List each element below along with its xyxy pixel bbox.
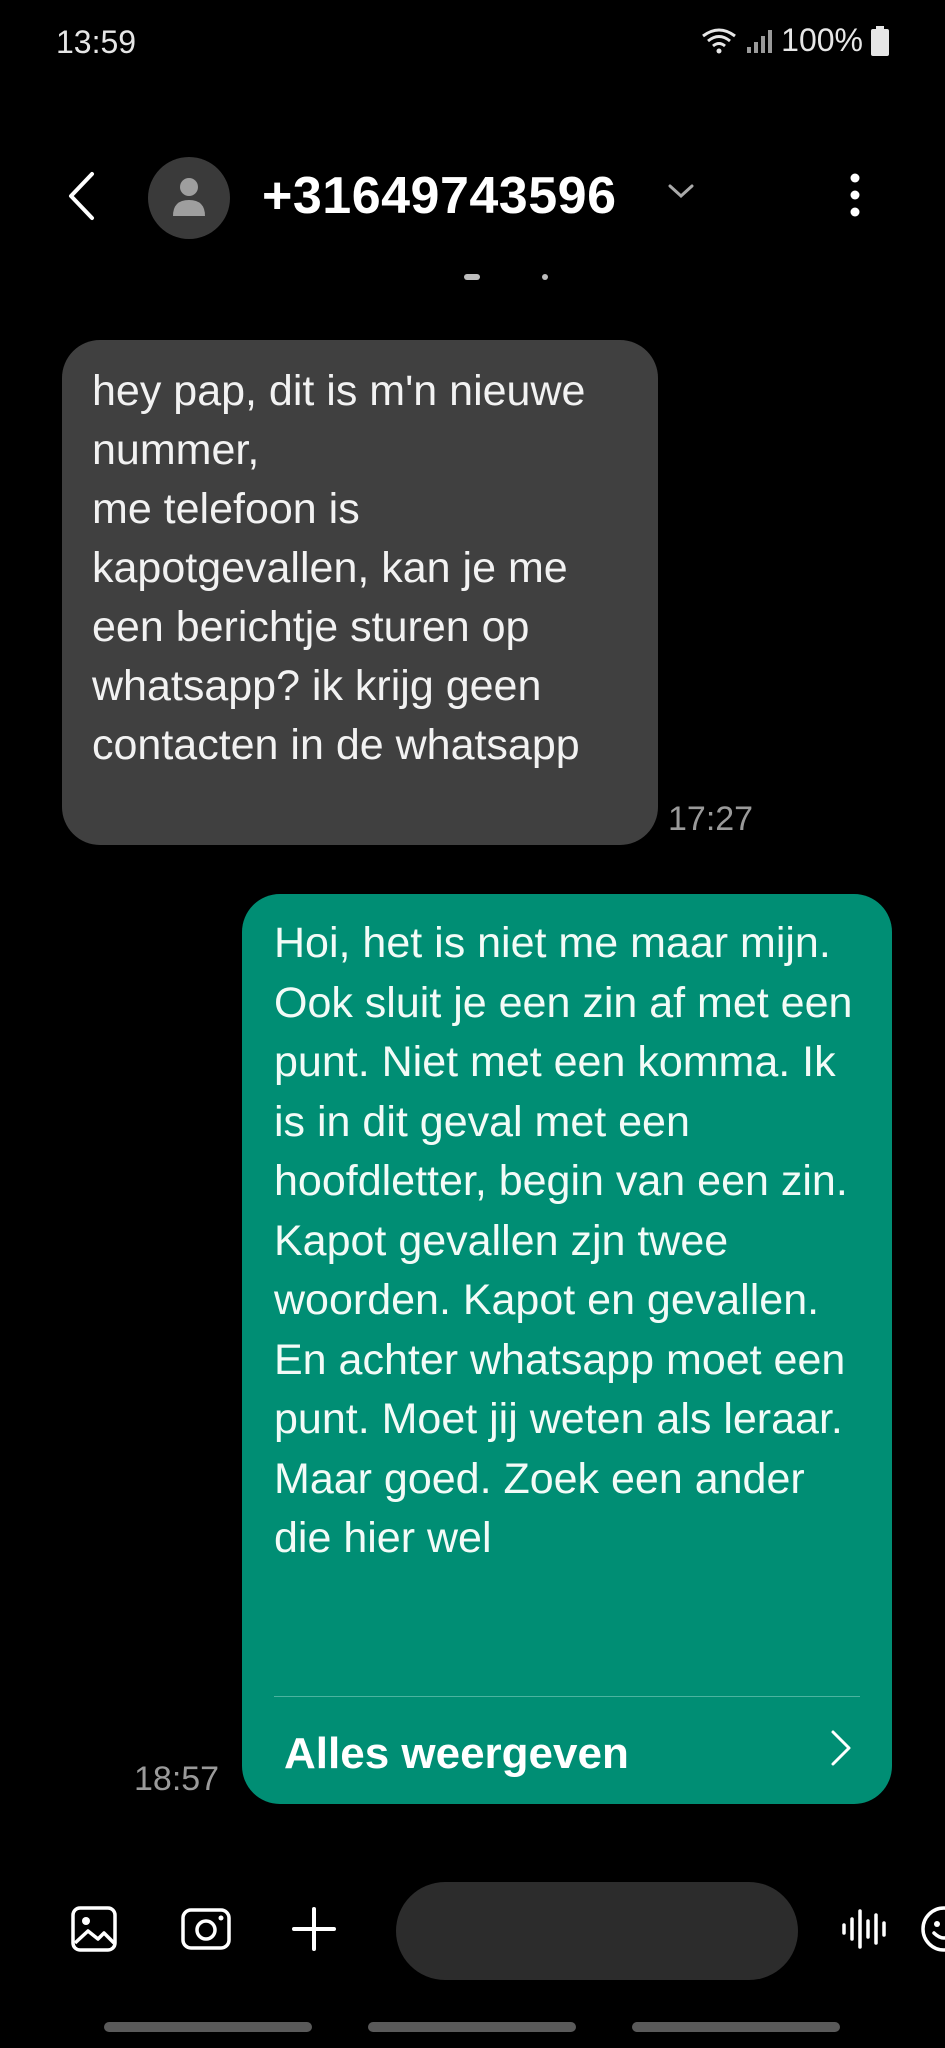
nav-back-handle[interactable] (632, 2022, 840, 2032)
chevron-right-icon (830, 1724, 852, 1784)
battery-percentage: 100% (781, 22, 863, 58)
voice-record-button[interactable] (836, 1901, 896, 1961)
more-options-button[interactable] (838, 170, 872, 224)
gallery-icon (70, 1905, 118, 1958)
emoji-button[interactable] (919, 1903, 945, 1959)
signal-icon (745, 27, 773, 55)
message-input-container[interactable] (396, 1882, 945, 1980)
nav-recents-handle[interactable] (104, 2022, 312, 2032)
wifi-icon (701, 27, 737, 55)
battery-icon (871, 25, 889, 56)
person-icon (172, 176, 206, 221)
plus-icon (290, 1905, 338, 1958)
chevron-down-icon (668, 183, 694, 204)
scrolled-content-remnant (450, 262, 570, 282)
status-indicators: 100% (701, 22, 889, 59)
show-all-label: Alles weergeven (284, 1729, 629, 1779)
voice-icon (840, 1905, 892, 1958)
status-time: 13:59 (56, 24, 137, 60)
nav-home-handle[interactable] (368, 2022, 576, 2032)
outgoing-message-text: Hoi, het is niet me maar mijn. Ook sluit… (274, 919, 853, 1562)
contact-title[interactable]: +31649743596 (262, 166, 617, 226)
outgoing-message-time: 18:57 (134, 1760, 220, 1798)
chevron-left-icon (66, 171, 96, 226)
gallery-button[interactable] (64, 1901, 124, 1961)
show-all-button[interactable]: Alles weergeven (284, 1724, 852, 1784)
camera-button[interactable] (176, 1901, 236, 1961)
camera-icon (180, 1907, 232, 1956)
incoming-message-time: 17:27 (668, 800, 754, 838)
emoji-icon (919, 1904, 945, 1959)
incoming-message-bubble[interactable]: hey pap, dit is m'n nieuwe nummer, me te… (62, 340, 658, 845)
incoming-message-text: hey pap, dit is m'n nieuwe nummer, me te… (92, 367, 586, 769)
outgoing-message-bubble[interactable]: Hoi, het is niet me maar mijn. Ook sluit… (242, 894, 892, 1804)
more-vertical-icon (850, 173, 860, 222)
bubble-divider (274, 1696, 860, 1697)
contact-expand-button[interactable] (666, 178, 696, 208)
avatar[interactable] (148, 157, 230, 239)
back-button[interactable] (56, 168, 106, 228)
attach-button[interactable] (284, 1901, 344, 1961)
